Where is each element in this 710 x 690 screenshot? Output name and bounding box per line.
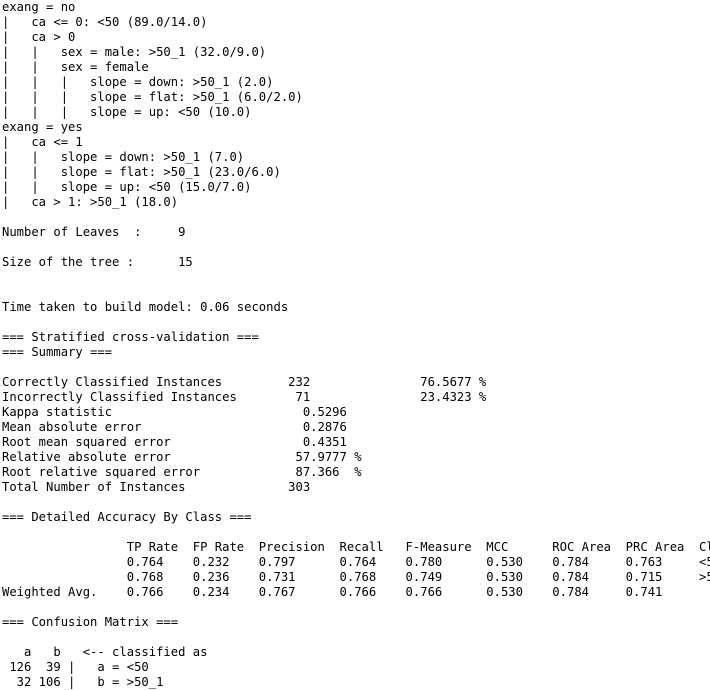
accuracy-row: 0.764 0.232 0.797 0.764 0.780 0.530 0.78…: [2, 555, 710, 569]
summary-line: Kappa statistic 0.5296: [2, 405, 347, 419]
summary-line: Correctly Classified Instances 232 76.56…: [2, 375, 487, 389]
tree-line: | ca > 1: >50_1 (18.0): [2, 195, 179, 209]
tree-line: exang = no: [2, 0, 76, 14]
summary-line: Incorrectly Classified Instances 71 23.4…: [2, 390, 487, 404]
summary-line: Mean absolute error 0.2876: [2, 420, 347, 434]
accuracy-table-header: TP Rate FP Rate Precision Recall F-Measu…: [2, 540, 710, 554]
cv-header: === Stratified cross-validation ===: [2, 330, 259, 344]
summary-line: Root relative squared error 87.366 %: [2, 465, 362, 479]
tree-size: Size of the tree : 15: [2, 255, 193, 269]
tree-line: | | slope = down: >50_1 (7.0): [2, 150, 245, 164]
tree-line: | ca <= 0: <50 (89.0/14.0): [2, 15, 208, 29]
number-of-leaves: Number of Leaves : 9: [2, 225, 186, 239]
accuracy-header: === Detailed Accuracy By Class ===: [2, 510, 252, 524]
accuracy-row: 0.768 0.236 0.731 0.768 0.749 0.530 0.78…: [2, 570, 710, 584]
tree-line: | | slope = up: <50 (15.0/7.0): [2, 180, 252, 194]
classifier-output-panel[interactable]: exang = no | ca <= 0: <50 (89.0/14.0) | …: [0, 0, 710, 690]
tree-line: | ca > 0: [2, 30, 76, 44]
tree-line: exang = yes: [2, 120, 83, 134]
tree-line: | | | slope = up: <50 (10.0): [2, 105, 252, 119]
confusion-line: 32 106 | b = >50_1: [2, 675, 164, 689]
summary-line: Relative absolute error 57.9777 %: [2, 450, 362, 464]
summary-line: Root mean squared error 0.4351: [2, 435, 347, 449]
tree-line: | | | slope = down: >50_1 (2.0): [2, 75, 274, 89]
tree-line: | | | slope = flat: >50_1 (6.0/2.0): [2, 90, 303, 104]
confusion-line: 126 39 | a = <50: [2, 660, 149, 674]
build-time: Time taken to build model: 0.06 seconds: [2, 300, 289, 314]
confusion-line: a b <-- classified as: [2, 645, 208, 659]
confusion-header: === Confusion Matrix ===: [2, 615, 179, 629]
summary-header: === Summary ===: [2, 345, 113, 359]
tree-line: | ca <= 1: [2, 135, 83, 149]
tree-line: | | slope = flat: >50_1 (23.0/6.0): [2, 165, 281, 179]
summary-line: Total Number of Instances 303: [2, 480, 311, 494]
accuracy-row-weighted: Weighted Avg. 0.766 0.234 0.767 0.766 0.…: [2, 585, 663, 599]
tree-line: | | sex = female: [2, 60, 149, 74]
tree-line: | | sex = male: >50_1 (32.0/9.0): [2, 45, 267, 59]
